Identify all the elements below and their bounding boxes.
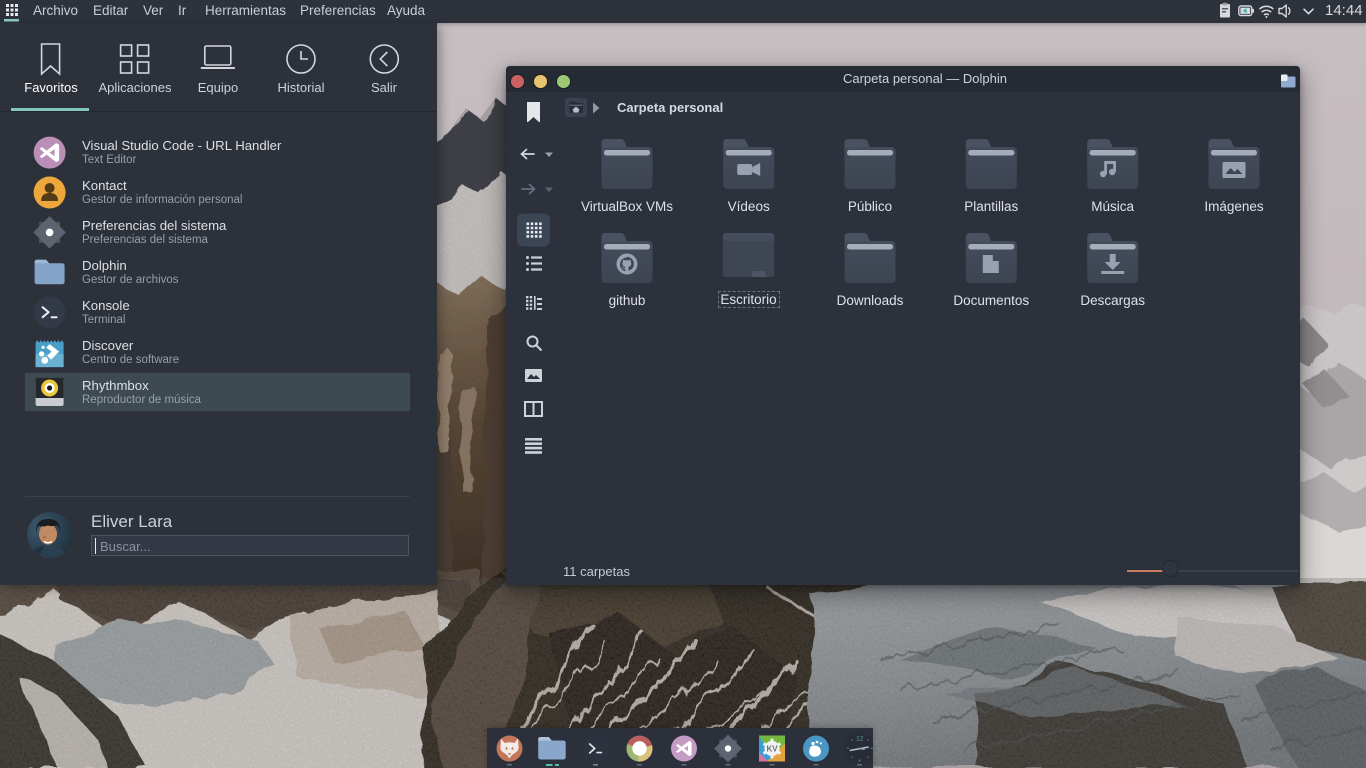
svg-text:KV: KV — [766, 745, 778, 754]
svg-text:12: 12 — [856, 736, 864, 743]
